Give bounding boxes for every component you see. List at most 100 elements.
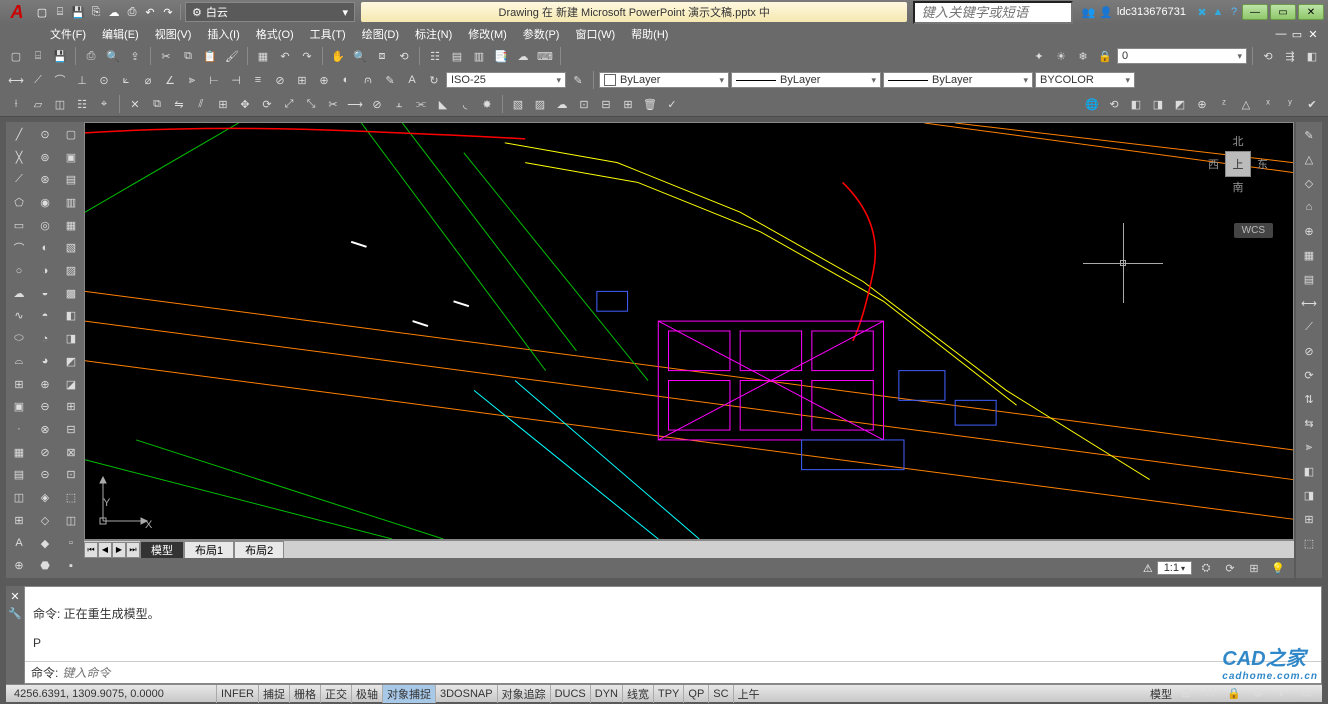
e11-icon[interactable]: ◩ (60, 351, 82, 372)
login-area[interactable]: 👥 👤 ldc313676731 (1081, 6, 1186, 19)
properties-icon[interactable]: ☷ (425, 46, 445, 66)
trim-icon[interactable]: ✂ (323, 94, 343, 114)
ucs-prev-icon[interactable]: ⟲ (1104, 94, 1124, 114)
region2-icon[interactable]: ◫ (8, 487, 30, 508)
chamfer-icon[interactable]: ◣ (433, 94, 453, 114)
dimedit-icon[interactable]: ✎ (380, 70, 400, 90)
status-polar[interactable]: 极轴 (351, 685, 382, 703)
vc-north[interactable]: 北 (1233, 133, 1244, 149)
jogline-icon[interactable]: ⩀ (358, 70, 378, 90)
dim-space-icon[interactable]: ≡ (248, 70, 268, 90)
r17-icon[interactable]: ⊞ (1298, 508, 1320, 530)
tolerance-icon[interactable]: ⊞ (292, 70, 312, 90)
audit-icon[interactable]: ✓ (662, 94, 682, 114)
e20-icon[interactable]: ▪ (60, 555, 82, 576)
dim-cont-icon[interactable]: ⊣ (226, 70, 246, 90)
m2-icon[interactable]: ⊚ (34, 147, 56, 168)
wcs-badge[interactable]: WCS (1234, 223, 1273, 238)
status-grid[interactable]: 栅格 (289, 685, 320, 703)
m11-icon[interactable]: ◕ (34, 351, 56, 372)
e18-icon[interactable]: ◫ (60, 510, 82, 531)
color-dropdown[interactable]: ByLayer▾ (599, 72, 729, 88)
id-icon[interactable]: ⌖ (94, 94, 114, 114)
table-icon[interactable]: ⊞ (8, 510, 30, 531)
status-isolate-icon[interactable]: ◐ (1272, 684, 1292, 704)
m6-icon[interactable]: ◐ (34, 238, 56, 259)
r4-icon[interactable]: ⌂ (1298, 196, 1320, 218)
e17-icon[interactable]: ⬚ (60, 487, 82, 508)
layer-lock-icon[interactable]: 🔒 (1095, 46, 1115, 66)
explode-icon[interactable]: ✸ (477, 94, 497, 114)
dim-quick-icon[interactable]: ⫸ (182, 70, 202, 90)
menu-insert[interactable]: 插入(I) (207, 26, 239, 42)
menu-file[interactable]: 文件(F) (50, 26, 86, 42)
m8-icon[interactable]: ◒ (34, 283, 56, 304)
dim-aligned-icon[interactable]: ⟋ (28, 70, 48, 90)
m5-icon[interactable]: ◎ (34, 215, 56, 236)
dim-dia-icon[interactable]: ⌀ (138, 70, 158, 90)
tpalette-icon[interactable]: ▥ (469, 46, 489, 66)
markup-icon[interactable]: ☁ (513, 46, 533, 66)
r9-icon[interactable]: ⟋ (1298, 316, 1320, 338)
ucs-face-icon[interactable]: ◧ (1126, 94, 1146, 114)
tab-first-button[interactable]: ⏮ (84, 542, 98, 558)
drawing-canvas[interactable]: 北 西 上 东 南 WCS Y X (84, 122, 1294, 540)
e15-icon[interactable]: ⊠ (60, 442, 82, 463)
ungroup-icon[interactable]: ⊟ (596, 94, 616, 114)
status-qp[interactable]: QP (683, 685, 708, 703)
m3-icon[interactable]: ⊛ (34, 169, 56, 190)
dimstyle-dropdown[interactable]: ISO-25▾ (446, 72, 566, 88)
status-time[interactable]: 上午 (733, 685, 764, 703)
status-ducs[interactable]: DUCS (550, 685, 590, 703)
m10-icon[interactable]: ◔ (34, 328, 56, 349)
e9-icon[interactable]: ◧ (60, 306, 82, 327)
edit-group-icon[interactable]: ⊞ (618, 94, 638, 114)
r13-icon[interactable]: ⇆ (1298, 412, 1320, 434)
status-model-label[interactable]: 模型 (1150, 686, 1172, 702)
line-icon[interactable]: ╱ (8, 124, 30, 145)
m15-icon[interactable]: ⊘ (34, 442, 56, 463)
ellipsearc-icon[interactable]: ⌓ (8, 351, 30, 372)
r8-icon[interactable]: ⟷ (1298, 292, 1320, 314)
scale-icon[interactable]: ⤢ (279, 94, 299, 114)
dim-break-icon[interactable]: ⊘ (270, 70, 290, 90)
coordinates-display[interactable]: 4256.6391, 1309.9075, 0.0000 (6, 688, 216, 700)
r12-icon[interactable]: ⇅ (1298, 388, 1320, 410)
region-icon[interactable]: ◫ (50, 94, 70, 114)
status-maximize-icon[interactable]: ⛶ (1200, 684, 1220, 704)
search-input[interactable] (913, 1, 1073, 24)
undo-icon[interactable]: ↶ (275, 46, 295, 66)
insert-icon[interactable]: ⊞ (8, 374, 30, 395)
apps-icon[interactable]: ▲ (1210, 4, 1226, 20)
addsel-icon[interactable]: ⊕ (8, 555, 30, 576)
e8-icon[interactable]: ▩ (60, 283, 82, 304)
dimstyle-mgr-icon[interactable]: ✎ (568, 70, 588, 90)
status-snap[interactable]: 捕捉 (258, 685, 289, 703)
close-button[interactable]: ✕ (1298, 4, 1324, 20)
save-icon[interactable]: 💾 (70, 4, 86, 20)
new-icon[interactable]: ▢ (34, 4, 50, 20)
open-icon[interactable]: ⌸ (52, 4, 68, 20)
saveas-icon[interactable]: ⎘ (88, 4, 104, 20)
status-ortho[interactable]: 正交 (320, 685, 351, 703)
layer-state-icon[interactable]: ⇶ (1280, 46, 1300, 66)
purge-icon[interactable]: 🗑 (640, 94, 660, 114)
layer-iso-icon[interactable]: ◧ (1302, 46, 1322, 66)
lineweight-dropdown[interactable]: ByLayer▾ (883, 72, 1033, 88)
m17-icon[interactable]: ◈ (34, 487, 56, 508)
menu-format[interactable]: 格式(O) (256, 26, 294, 42)
calc-icon[interactable]: ⌨ (535, 46, 555, 66)
dim-arc-icon[interactable]: ⌒ (50, 70, 70, 90)
workspace-dropdown[interactable]: ⚙ 白云 ▾ (185, 2, 355, 22)
wrench-icon[interactable]: 🔧 (8, 607, 22, 620)
dimupdate-icon[interactable]: ↻ (424, 70, 444, 90)
preview-icon[interactable]: 🔍 (103, 46, 123, 66)
rect-icon[interactable]: ▭ (8, 215, 30, 236)
open-icon[interactable]: ⌸ (28, 46, 48, 66)
area-icon[interactable]: ▱ (28, 94, 48, 114)
ucs-world-icon[interactable]: 🌐 (1082, 94, 1102, 114)
revcloud2-icon[interactable]: ☁ (8, 283, 30, 304)
ellipse-icon[interactable]: ⬭ (8, 328, 30, 349)
move-icon[interactable]: ✥ (235, 94, 255, 114)
circle-icon[interactable]: ○ (8, 260, 30, 281)
